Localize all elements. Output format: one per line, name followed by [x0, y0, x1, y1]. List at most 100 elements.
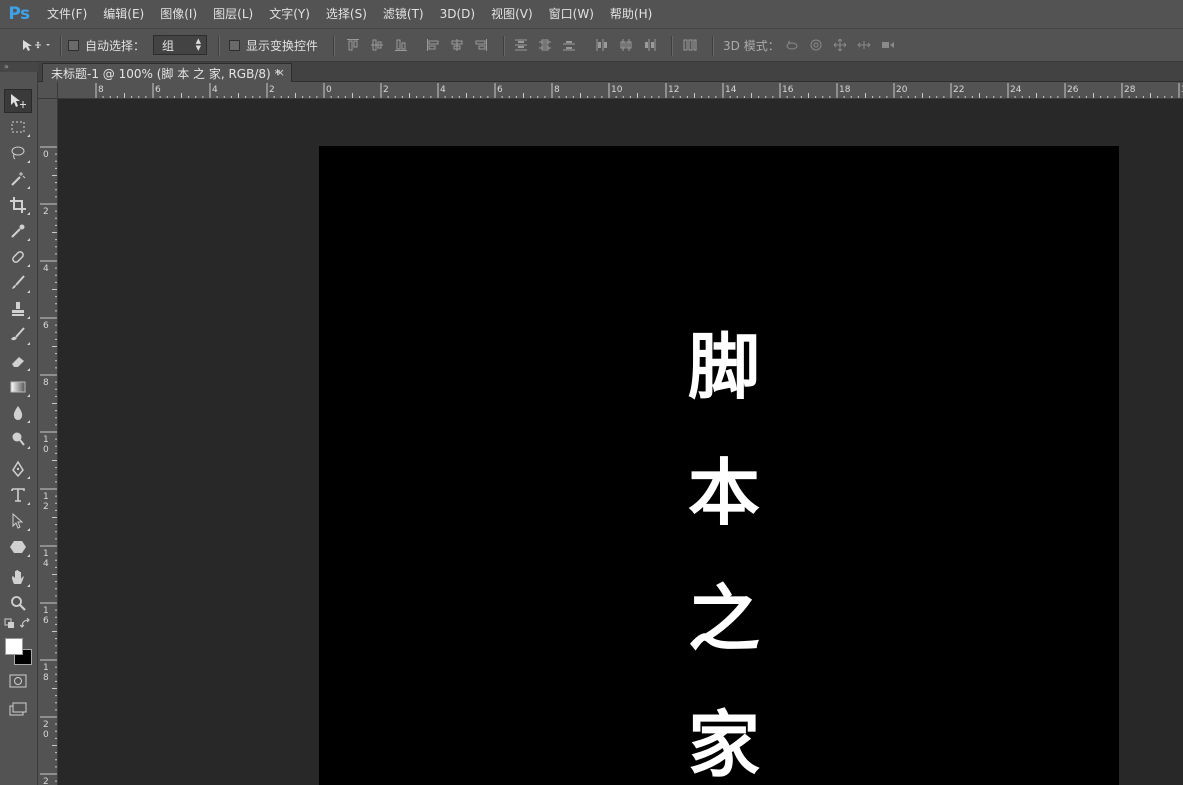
hand-icon [12, 570, 24, 584]
lasso-tool[interactable] [4, 141, 32, 165]
auto-select-checkbox[interactable] [68, 39, 79, 51]
auto-select-dropdown[interactable]: 组 ▲ ▼ [153, 35, 207, 55]
text-char-4: 家 [687, 703, 760, 785]
menu-edit[interactable]: 编辑(E) [95, 0, 152, 28]
ruler-label: 2 [269, 85, 275, 95]
distribute-bottom-icon[interactable] [562, 38, 576, 52]
ruler-label: 6 [43, 616, 49, 626]
ruler-label: 0 [43, 730, 49, 740]
shape-tool[interactable] [4, 535, 32, 559]
zoom-tool[interactable] [4, 591, 32, 615]
align-bottom-icon[interactable] [394, 38, 408, 52]
distribute-vertical-center-icon[interactable] [538, 38, 552, 52]
path-selection-tool[interactable] [4, 509, 32, 533]
ruler-label: 4 [43, 264, 49, 274]
pen-icon [12, 460, 24, 478]
close-icon[interactable]: × [276, 66, 285, 79]
ruler-label: 8 [98, 85, 104, 95]
lasso-icon [11, 146, 25, 160]
healing-brush-tool[interactable] [4, 245, 32, 269]
align-right-icon[interactable] [474, 38, 488, 52]
screen-mode-icon[interactable] [9, 702, 29, 716]
eyedropper-icon [11, 224, 25, 238]
polygon-icon [10, 541, 26, 553]
menu-filter[interactable]: 滤镜(T) [375, 0, 432, 28]
distribute-horizontal-center-icon[interactable] [619, 38, 633, 52]
ruler-origin[interactable] [38, 82, 58, 99]
foreground-color-swatch[interactable] [5, 638, 23, 655]
distribute-left-icon[interactable] [595, 38, 609, 52]
ruler-label: 16 [782, 85, 794, 95]
bandage-icon [12, 251, 24, 263]
clone-stamp-tool[interactable] [4, 297, 32, 321]
vertical-text-layer[interactable]: 脚 本 之 家 [676, 304, 772, 785]
3d-rotate-icon[interactable] [785, 38, 799, 52]
stamp-icon [12, 302, 24, 316]
quick-mask-icon[interactable] [9, 674, 27, 688]
photoshop-logo: Ps [8, 4, 30, 24]
eraser-tool[interactable] [4, 349, 32, 373]
ruler-label: 18 [839, 85, 851, 95]
ruler-label: 26 [1067, 85, 1079, 95]
gradient-tool[interactable] [4, 375, 32, 399]
menu-type[interactable]: 文字(Y) [261, 0, 318, 28]
align-top-icon[interactable] [346, 38, 360, 52]
show-transform-checkbox[interactable] [229, 39, 240, 51]
menu-image[interactable]: 图像(I) [152, 0, 205, 28]
menu-3d[interactable]: 3D(D) [432, 0, 483, 28]
distribute-right-icon[interactable] [643, 38, 657, 52]
menu-file[interactable]: 文件(F) [39, 0, 95, 28]
ruler-label: 22 [953, 85, 964, 95]
align-vertical-center-icon[interactable] [370, 38, 384, 52]
ruler-label: 12 [668, 85, 679, 95]
menu-select[interactable]: 选择(S) [318, 0, 375, 28]
canvas-workspace[interactable]: 脚 本 之 家 [58, 99, 1183, 785]
magic-wand-icon [11, 172, 26, 186]
type-tool[interactable] [4, 483, 32, 507]
ruler-label: 6 [497, 85, 503, 95]
3d-roll-icon[interactable] [809, 38, 823, 52]
document-tab[interactable]: 未标题-1 @ 100% (脚 本 之 家, RGB/8) * × [42, 63, 292, 82]
document-tab-strip: 未标题-1 @ 100% (脚 本 之 家, RGB/8) * × [38, 62, 1183, 82]
move-tool-icon [11, 94, 26, 108]
tool-preset-picker[interactable] [20, 29, 50, 61]
move-tool[interactable] [4, 89, 32, 113]
align-left-icon[interactable] [426, 38, 440, 52]
menu-layer[interactable]: 图层(L) [205, 0, 261, 28]
ruler-label: 14 [725, 85, 737, 95]
tools-panel-collapse-icon[interactable]: » [0, 62, 38, 72]
horizontal-ruler[interactable]: 8642024681012141618202224262830 [58, 82, 1183, 99]
dodge-tool[interactable] [4, 427, 32, 451]
crop-tool[interactable] [4, 193, 32, 217]
history-brush-tool[interactable] [4, 323, 32, 347]
hand-tool[interactable] [4, 565, 32, 589]
menu-window[interactable]: 窗口(W) [541, 0, 602, 28]
menu-view[interactable]: 视图(V) [483, 0, 541, 28]
3d-pan-icon[interactable] [833, 38, 847, 52]
document-canvas[interactable]: 脚 本 之 家 [319, 146, 1119, 785]
tools-panel: » [0, 62, 38, 785]
default-colors-icon[interactable] [4, 618, 16, 630]
pen-tool[interactable] [4, 457, 32, 481]
menu-help[interactable]: 帮助(H) [602, 0, 660, 28]
auto-align-layers-icon[interactable] [683, 38, 697, 52]
eyedropper-tool[interactable] [4, 219, 32, 243]
brush-tool[interactable] [4, 271, 32, 295]
distribute-top-icon[interactable] [514, 38, 528, 52]
ruler-label: 4 [212, 85, 218, 95]
ruler-label: 0 [43, 445, 49, 455]
marquee-tool[interactable] [4, 115, 32, 139]
3d-slide-icon[interactable] [857, 38, 871, 52]
ruler-label: 2 [43, 502, 49, 512]
magic-wand-tool[interactable] [4, 167, 32, 191]
magnifier-icon [11, 596, 26, 611]
blur-tool[interactable] [4, 401, 32, 425]
auto-select-value: 组 [162, 38, 175, 53]
swap-colors-icon[interactable] [20, 618, 32, 630]
align-horizontal-center-icon[interactable] [450, 38, 464, 52]
text-char-1: 脚 [687, 325, 760, 409]
3d-scale-icon[interactable] [881, 38, 895, 52]
ruler-label: 2 [383, 85, 389, 95]
vertical-ruler[interactable]: 0246810121416182022 [38, 99, 58, 785]
ruler-label: 24 [1010, 85, 1022, 95]
